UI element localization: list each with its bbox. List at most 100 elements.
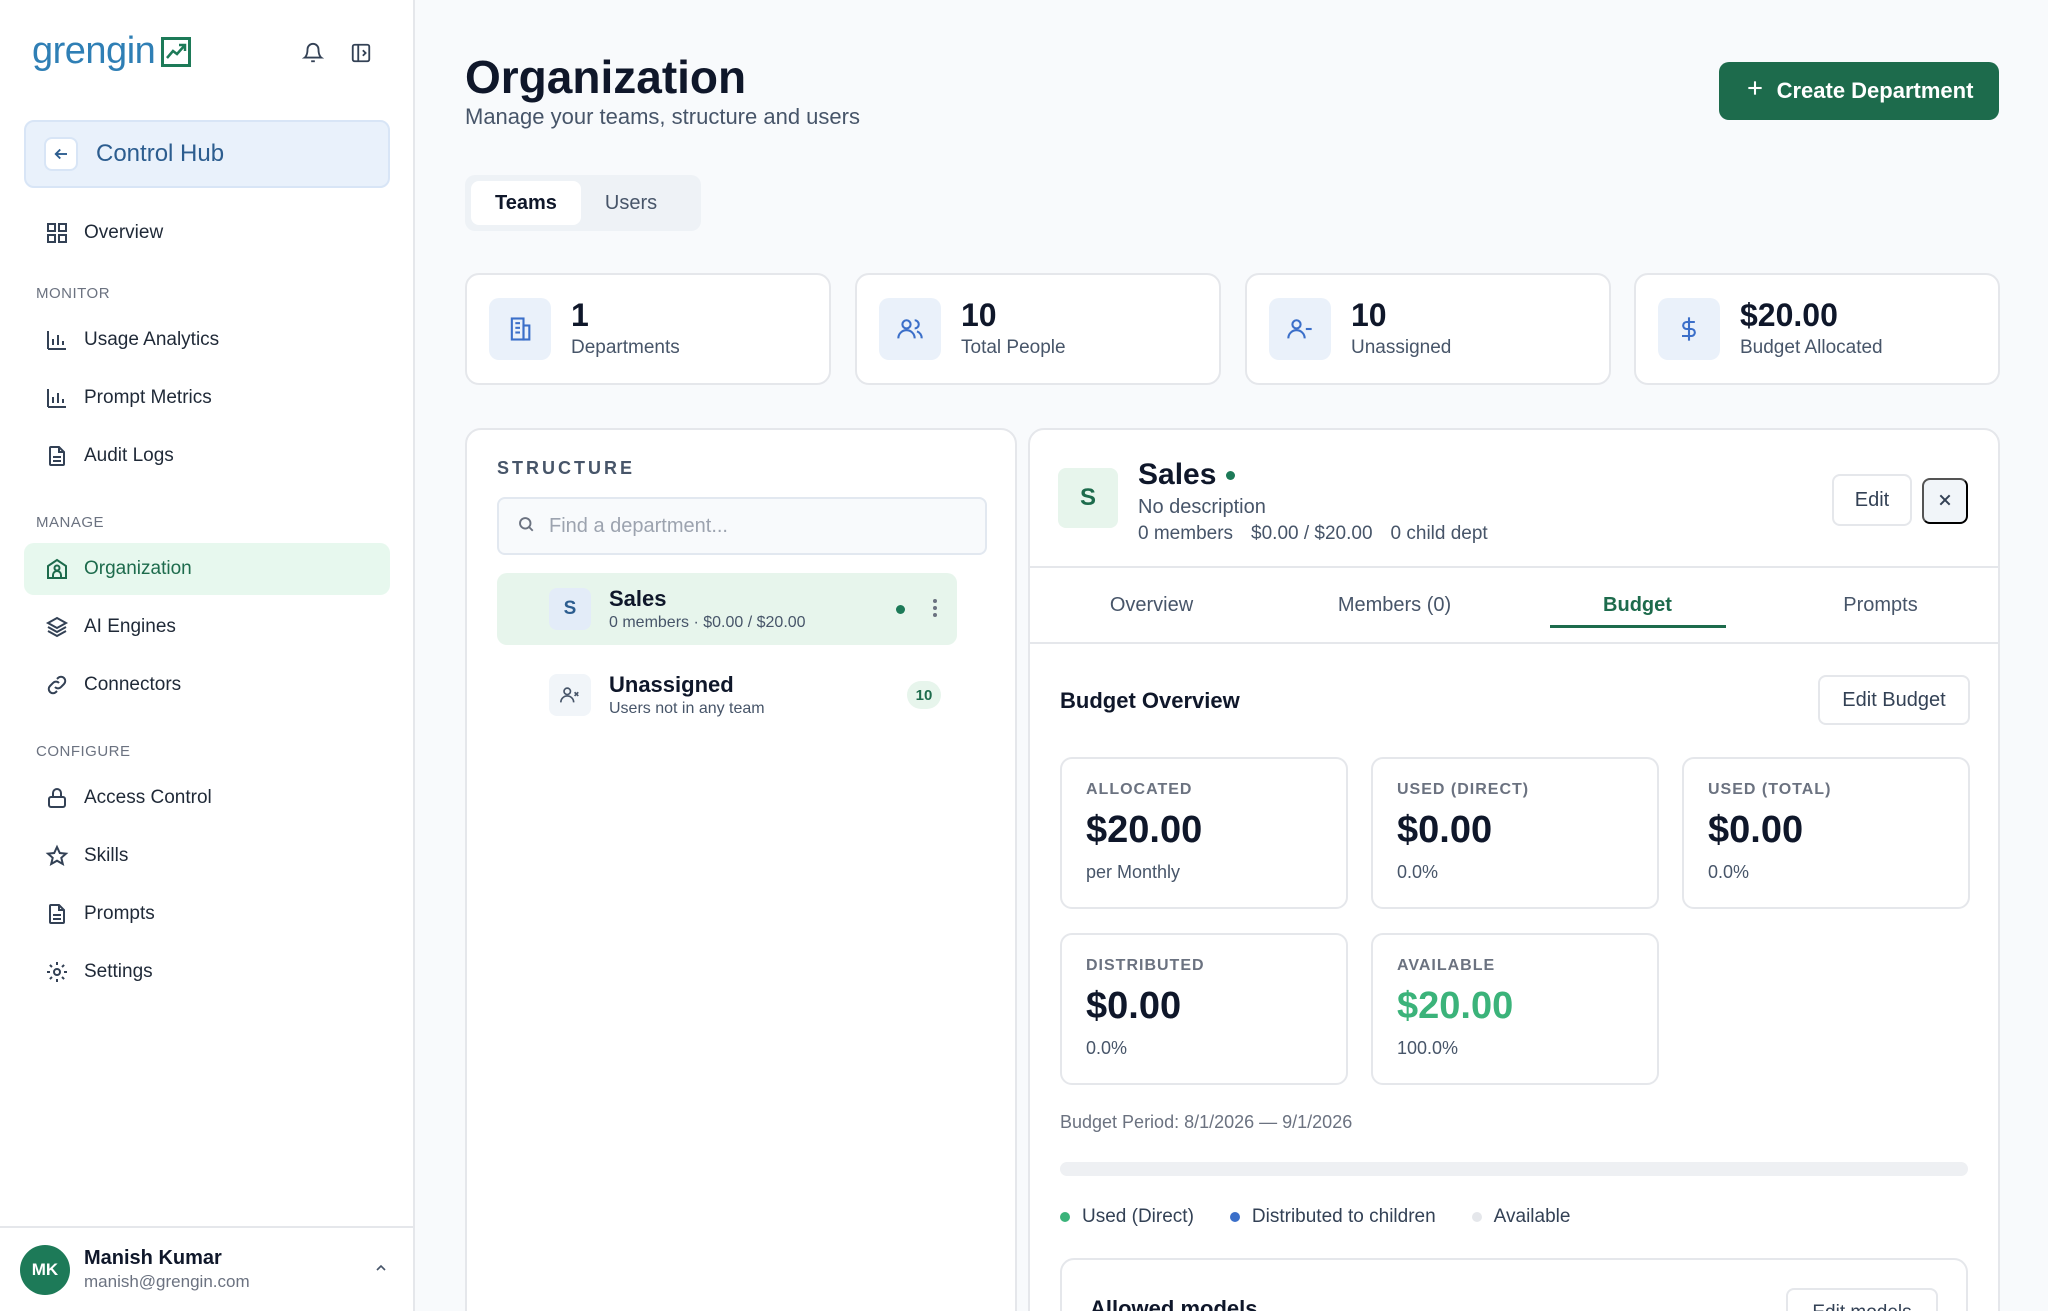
sidebar: grengin Control Hub Overview MONITOR Usa… — [0, 0, 415, 1311]
department-name: Unassigned — [609, 672, 734, 697]
link-icon — [44, 672, 70, 698]
chevron-up-icon — [373, 1260, 389, 1281]
budget-card-available: AVAILABLE $20.00 100.0% — [1371, 933, 1659, 1085]
user-x-icon — [549, 674, 591, 716]
department-row-unassigned[interactable]: Unassigned Users not in any team 10 — [497, 659, 957, 731]
budget-legend: Used (Direct) Distributed to children Av… — [1060, 1206, 1570, 1228]
tab-teams[interactable]: Teams — [471, 181, 581, 225]
sidebar-toggle-icon[interactable] — [348, 40, 374, 66]
legend-used-direct: Used (Direct) — [1060, 1206, 1194, 1228]
legend-label: Used (Direct) — [1082, 1206, 1194, 1227]
sidebar-item-label: Access Control — [84, 787, 212, 808]
budget-summary: $0.00 / $20.00 — [1251, 523, 1373, 544]
edit-budget-button[interactable]: Edit Budget — [1818, 675, 1970, 725]
bar-chart-icon — [44, 327, 70, 353]
sidebar-item-settings[interactable]: Settings — [24, 946, 390, 998]
budget-card-allocated: ALLOCATED $20.00 per Monthly — [1060, 757, 1348, 909]
sidebar-item-organization[interactable]: Organization — [24, 543, 390, 595]
organization-icon — [44, 556, 70, 582]
close-panel-button[interactable] — [1922, 478, 1968, 524]
legend-label: Distributed to children — [1251, 1206, 1436, 1227]
sidebar-item-label: Skills — [84, 845, 129, 866]
star-icon — [44, 843, 70, 869]
structure-panel: STRUCTURE S Sales 0 members · $0.00 / $2… — [465, 428, 1017, 1311]
section-manage: MANAGE — [36, 514, 105, 531]
bell-icon[interactable] — [300, 40, 326, 66]
department-name: Sales — [609, 586, 667, 611]
sidebar-item-label: Connectors — [84, 674, 182, 695]
budget-card-sub: per Monthly — [1086, 862, 1181, 882]
tab-prompts[interactable]: Prompts — [1759, 568, 1998, 642]
more-vertical-icon[interactable] — [931, 597, 939, 624]
tab-overview[interactable]: Overview — [1030, 568, 1273, 642]
sidebar-item-label: AI Engines — [84, 616, 176, 637]
document-icon — [44, 901, 70, 927]
status-dot — [1226, 470, 1236, 480]
sidebar-item-usage-analytics[interactable]: Usage Analytics — [24, 314, 390, 366]
control-hub-label: Control Hub — [96, 140, 225, 167]
section-monitor: MONITOR — [36, 285, 111, 302]
sidebar-item-audit-logs[interactable]: Audit Logs — [24, 430, 390, 482]
search-input[interactable] — [549, 514, 949, 538]
page-title: Organization — [465, 51, 747, 103]
detail-tabs: Overview Members (0) Budget Prompts — [1030, 566, 1998, 644]
sidebar-item-label: Settings — [84, 961, 153, 982]
department-badge: S — [549, 588, 591, 630]
avatar: MK — [20, 1244, 70, 1295]
edit-department-button[interactable]: Edit — [1832, 474, 1912, 526]
user-menu[interactable]: MK Manish Kumar manish@grengin.com — [0, 1226, 415, 1311]
lock-icon — [44, 785, 70, 811]
sidebar-item-label: Usage Analytics — [84, 329, 220, 350]
department-detail-panel: S Sales No description 0 members $0.00 /… — [1028, 428, 2000, 1311]
stat-value: 10 — [961, 297, 997, 333]
budget-period: Budget Period: 8/1/2026 — 9/1/2026 — [1060, 1112, 1353, 1132]
grid-icon — [44, 220, 70, 246]
view-tabs: Teams Users — [465, 175, 701, 231]
sidebar-item-connectors[interactable]: Connectors — [24, 659, 390, 711]
sidebar-item-prompt-metrics[interactable]: Prompt Metrics — [24, 372, 390, 424]
edit-models-button[interactable]: Edit models — [1786, 1288, 1938, 1311]
budget-card-label: AVAILABLE — [1397, 957, 1496, 974]
department-row-sales[interactable]: S Sales 0 members · $0.00 / $20.00 — [497, 573, 957, 645]
allowed-models-card: Allowed models Edit models — [1060, 1258, 1968, 1311]
arrow-left-icon — [44, 137, 78, 171]
budget-card-used-total: USED (TOTAL) $0.00 0.0% — [1682, 757, 1970, 909]
budget-overview-title: Budget Overview — [1060, 688, 1240, 713]
users-icon — [879, 298, 941, 360]
department-search — [497, 497, 987, 555]
control-hub-button[interactable]: Control Hub — [24, 120, 390, 188]
stat-value: 10 — [1351, 297, 1387, 333]
search-icon — [517, 515, 535, 538]
section-configure: CONFIGURE — [36, 743, 131, 760]
department-description: No description — [1138, 496, 1266, 518]
budget-card-value: $0.00 — [1708, 809, 1804, 851]
legend-available: Available — [1471, 1206, 1571, 1228]
create-department-button[interactable]: Create Department — [1719, 62, 1999, 120]
plus-icon — [1745, 78, 1765, 104]
structure-heading: STRUCTURE — [497, 458, 635, 478]
sidebar-item-overview[interactable]: Overview — [24, 207, 390, 259]
trend-chart-icon — [161, 36, 192, 67]
sidebar-item-access-control[interactable]: Access Control — [24, 772, 390, 824]
budget-card-sub: 100.0% — [1397, 1038, 1459, 1058]
sidebar-item-skills[interactable]: Skills — [24, 830, 390, 882]
sidebar-item-label: Overview — [84, 222, 164, 243]
gear-icon — [44, 959, 70, 985]
user-email: manish@grengin.com — [84, 1272, 250, 1291]
department-badge: S — [1058, 468, 1118, 528]
sidebar-item-prompts[interactable]: Prompts — [24, 888, 390, 940]
sidebar-item-label: Prompts — [84, 903, 155, 924]
tab-users[interactable]: Users — [581, 181, 681, 225]
legend-label: Available — [1493, 1206, 1571, 1227]
user-name: Manish Kumar — [84, 1247, 222, 1269]
sidebar-item-label: Organization — [84, 558, 192, 579]
tab-members[interactable]: Members (0) — [1273, 568, 1516, 642]
logo[interactable]: grengin — [32, 30, 192, 73]
sidebar-item-ai-engines[interactable]: AI Engines — [24, 601, 390, 653]
stat-label: Total People — [961, 337, 1066, 358]
page-subtitle: Manage your teams, structure and users — [465, 104, 860, 129]
budget-card-value: $0.00 — [1397, 809, 1493, 851]
budget-card-label: USED (TOTAL) — [1708, 781, 1832, 798]
tab-budget[interactable]: Budget — [1516, 568, 1759, 642]
bar-chart-icon — [44, 385, 70, 411]
